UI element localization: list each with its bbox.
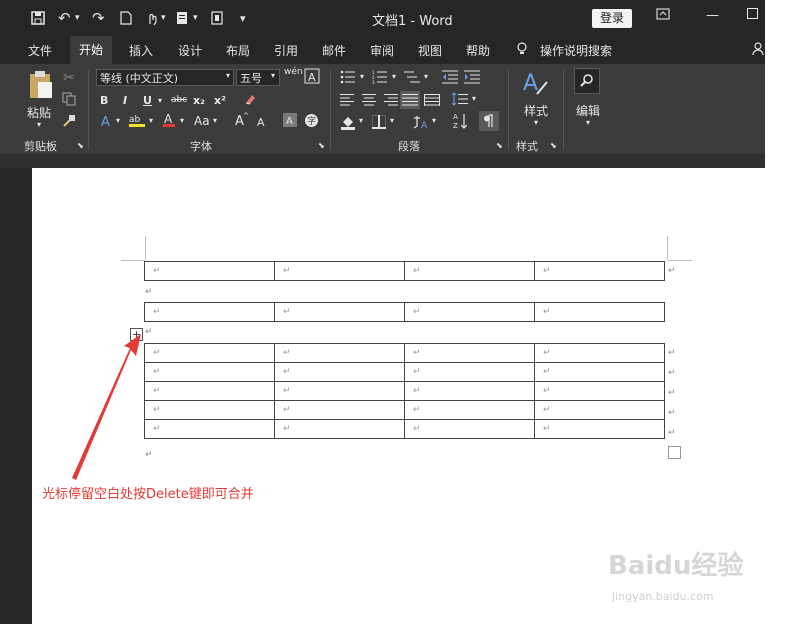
annotation-text: 光标停留空白处按Delete键即可合并 (42, 487, 254, 502)
red-arrow-annotation (72, 334, 141, 480)
right-margin-strip (765, 0, 790, 624)
watermark-logo: Baidu经验 (608, 551, 744, 581)
watermark-url: jingyan.baidu.com (612, 590, 714, 603)
